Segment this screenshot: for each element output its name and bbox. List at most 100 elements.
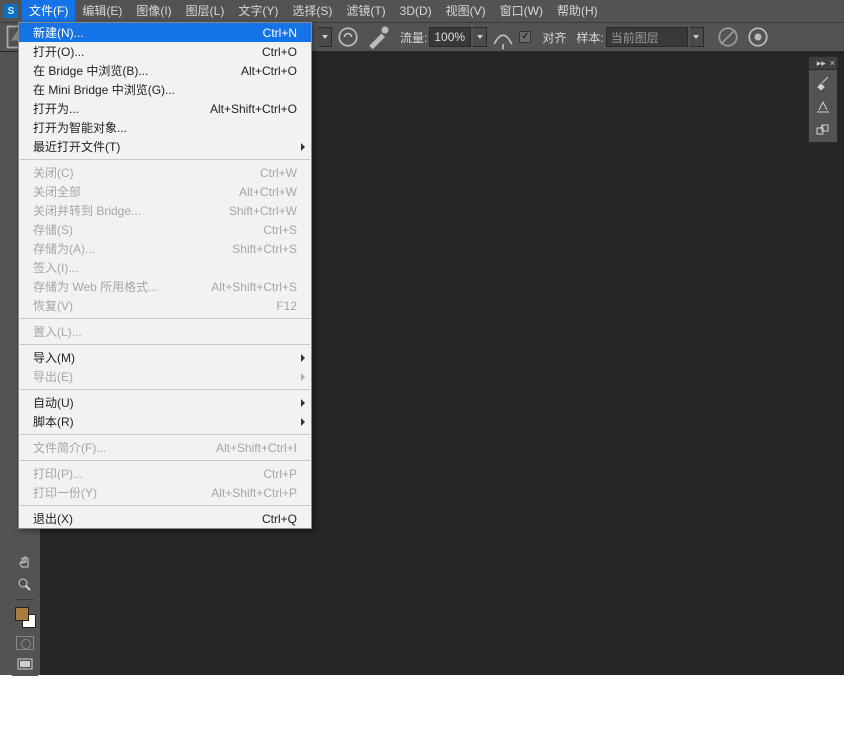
- menu-item-label: 自动(U): [33, 394, 74, 411]
- submenu-arrow-icon: [301, 373, 305, 381]
- menu-item-shortcut: Ctrl+S: [263, 223, 297, 237]
- file-menu-item[interactable]: 在 Mini Bridge 中浏览(G)...: [19, 80, 311, 99]
- menu-file[interactable]: 文件(F): [22, 0, 75, 22]
- color-swatches[interactable]: [12, 604, 38, 632]
- file-menu-item: 文件简介(F)...Alt+Shift+Ctrl+I: [19, 438, 311, 457]
- file-menu-item: 打印(P)... Ctrl+P: [19, 464, 311, 483]
- submenu-arrow-icon: [301, 418, 305, 426]
- menu-item-label: 关闭并转到 Bridge...: [33, 202, 141, 219]
- menu-item-label: 导入(M): [33, 349, 75, 366]
- menu-edit[interactable]: 编辑(E): [75, 0, 129, 22]
- menu-item-label: 打开为智能对象...: [33, 119, 127, 136]
- menu-item-shortcut: Alt+Shift+Ctrl+S: [211, 280, 297, 294]
- file-menu-item[interactable]: 在 Bridge 中浏览(B)... Alt+Ctrl+O: [19, 61, 311, 80]
- clone-source-panel-icon[interactable]: [809, 118, 837, 142]
- menu-item-shortcut: Ctrl+Q: [262, 512, 297, 526]
- quick-mask-icon[interactable]: [12, 632, 38, 654]
- menu-item-label: 恢复(V): [33, 297, 73, 314]
- menu-item-label: 打印一份(Y): [33, 484, 97, 501]
- file-menu-item[interactable]: 脚本(R): [19, 412, 311, 431]
- brush-presets-panel-icon[interactable]: [809, 70, 837, 94]
- menu-item-label: 文件简介(F)...: [33, 439, 106, 456]
- app-window: S 文件(F) 编辑(E) 图像(I) 图层(L) 文字(Y) 选择(S) 滤镜…: [0, 0, 844, 675]
- file-menu-item[interactable]: 导入(M): [19, 348, 311, 367]
- menu-separator: [20, 505, 310, 506]
- file-menu-item[interactable]: 新建(N)... Ctrl+N: [19, 23, 311, 42]
- align-label: 对齐: [542, 29, 566, 46]
- menu-item-label: 打开(O)...: [33, 43, 84, 60]
- menu-item-label: 在 Mini Bridge 中浏览(G)...: [33, 81, 175, 98]
- opacity-dropdown-icon[interactable]: [318, 27, 332, 47]
- close-panels-icon[interactable]: ×: [830, 59, 835, 68]
- menu-item-shortcut: F12: [276, 299, 297, 313]
- menu-item-label: 打开为...: [33, 100, 79, 117]
- menu-item-label: 退出(X): [33, 510, 73, 527]
- menu-item-label: 最近打开文件(T): [33, 138, 120, 155]
- file-menu-item: 存储为(A)...Shift+Ctrl+S: [19, 239, 311, 258]
- tools-panel: [12, 552, 38, 676]
- brush-panel-icon[interactable]: [809, 94, 837, 118]
- menu-item-label: 新建(N)...: [33, 24, 84, 41]
- expand-panels-icon[interactable]: ▸▸: [817, 59, 826, 68]
- align-checkbox[interactable]: ✓: [519, 31, 531, 43]
- menu-filter[interactable]: 滤镜(T): [339, 0, 392, 22]
- menu-image[interactable]: 图像(I): [129, 0, 178, 22]
- menu-separator: [20, 344, 310, 345]
- menu-3d[interactable]: 3D(D): [393, 0, 439, 22]
- file-menu-item: 关闭全部Alt+Ctrl+W: [19, 182, 311, 201]
- menu-help[interactable]: 帮助(H): [550, 0, 605, 22]
- file-menu-item: 打印一份(Y) Alt+Shift+Ctrl+P: [19, 483, 311, 502]
- pressure-size-icon[interactable]: [744, 25, 772, 49]
- menu-item-label: 在 Bridge 中浏览(B)...: [33, 62, 148, 79]
- flow-field[interactable]: 100%: [429, 27, 471, 47]
- right-panel-dock: ▸▸ ×: [808, 56, 838, 143]
- airbrush-icon[interactable]: [489, 25, 517, 49]
- panel-collapse-bar[interactable]: ▸▸ ×: [808, 56, 838, 70]
- submenu-arrow-icon: [301, 399, 305, 407]
- foreground-color-swatch[interactable]: [15, 607, 29, 621]
- menu-item-label: 打印(P)...: [33, 465, 83, 482]
- brush-angle-icon[interactable]: [364, 25, 392, 49]
- menu-layer[interactable]: 图层(L): [179, 0, 232, 22]
- menu-type[interactable]: 文字(Y): [231, 0, 285, 22]
- file-menu-dropdown: 新建(N)... Ctrl+N 打开(O)...Ctrl+O在 Bridge 中浏览…: [18, 22, 312, 529]
- submenu-arrow-icon: [301, 143, 305, 151]
- menu-item-shortcut: Alt+Shift+Ctrl+P: [211, 486, 297, 500]
- menu-item-label: 脚本(R): [33, 413, 74, 430]
- file-menu-item[interactable]: 自动(U): [19, 393, 311, 412]
- file-menu-item: 存储为 Web 所用格式...Alt+Shift+Ctrl+S: [19, 277, 311, 296]
- menu-item-shortcut: Ctrl+P: [263, 467, 297, 481]
- file-menu-item: 关闭(C)Ctrl+W: [19, 163, 311, 182]
- menu-item-shortcut: Alt+Ctrl+W: [239, 185, 297, 199]
- menu-view[interactable]: 视图(V): [439, 0, 493, 22]
- zoom-tool-icon[interactable]: [12, 574, 38, 596]
- menu-separator: [20, 460, 310, 461]
- menu-item-label: 关闭(C): [33, 164, 74, 181]
- sample-dropdown-icon[interactable]: [690, 27, 704, 47]
- pressure-opacity-icon[interactable]: [334, 25, 362, 49]
- file-menu-item: 导出(E): [19, 367, 311, 386]
- file-menu-item[interactable]: 打开为... Alt+Shift+Ctrl+O: [19, 99, 311, 118]
- file-menu-item: 存储(S) Ctrl+S: [19, 220, 311, 239]
- menu-window[interactable]: 窗口(W): [493, 0, 550, 22]
- flow-dropdown-icon[interactable]: [473, 27, 487, 47]
- sample-select[interactable]: 当前图层: [606, 27, 688, 47]
- menu-item-shortcut: Alt+Ctrl+O: [241, 64, 297, 78]
- menu-item-label: 存储(S): [33, 221, 73, 238]
- file-menu-item: 置入(L)...: [19, 322, 311, 341]
- hand-tool-icon[interactable]: [12, 552, 38, 574]
- file-menu-item[interactable]: 最近打开文件(T): [19, 137, 311, 156]
- file-menu-item[interactable]: 打开为智能对象...: [19, 118, 311, 137]
- menubar: S 文件(F) 编辑(E) 图像(I) 图层(L) 文字(Y) 选择(S) 滤镜…: [0, 0, 844, 22]
- ignore-adjustment-icon[interactable]: [714, 25, 742, 49]
- menu-item-shortcut: Ctrl+N: [263, 26, 297, 40]
- screen-mode-icon[interactable]: [12, 654, 38, 676]
- file-menu-item[interactable]: 退出(X) Ctrl+Q: [19, 509, 311, 528]
- file-menu-item: 恢复(V) F12: [19, 296, 311, 315]
- menu-select[interactable]: 选择(S): [285, 0, 339, 22]
- file-menu-item[interactable]: 打开(O)...Ctrl+O: [19, 42, 311, 61]
- file-menu-item: 关闭并转到 Bridge... Shift+Ctrl+W: [19, 201, 311, 220]
- menu-item-shortcut: Shift+Ctrl+W: [229, 204, 297, 218]
- menu-item-shortcut: Alt+Shift+Ctrl+O: [210, 102, 297, 116]
- flow-label: 流量:: [400, 29, 427, 46]
